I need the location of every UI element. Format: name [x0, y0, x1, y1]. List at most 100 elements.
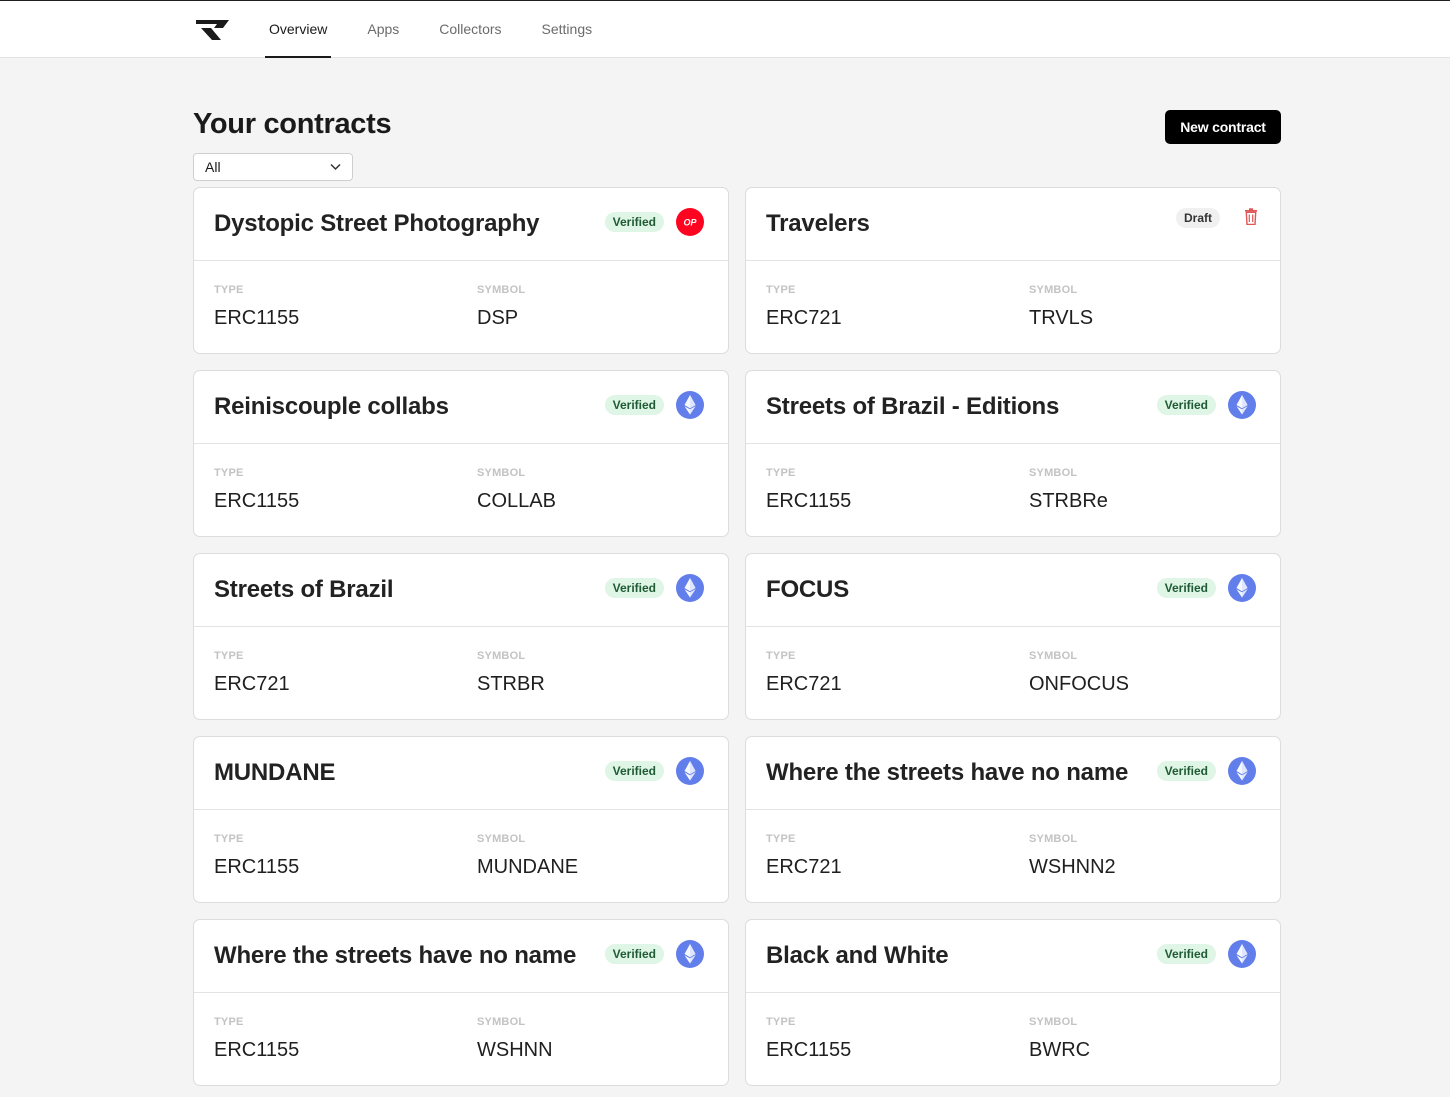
- symbol-value: DSP: [477, 307, 519, 329]
- filter-selected-value: All: [205, 159, 221, 175]
- contract-card-header: Dystopic Street Photography Verified OP: [194, 188, 728, 261]
- ethereum-icon: [676, 391, 704, 419]
- type-label: TYPE: [214, 833, 244, 845]
- type-label: TYPE: [766, 650, 796, 662]
- contract-card-header: Where the streets have no name Verified: [194, 920, 728, 993]
- ethereum-icon: [1228, 574, 1256, 602]
- contract-card[interactable]: Black and White Verified TYPE SYMBOL ERC1155…: [745, 919, 1281, 1086]
- page-title: Your contracts: [193, 108, 392, 140]
- symbol-label: SYMBOL: [477, 284, 526, 296]
- chevron-down-icon: [330, 163, 341, 171]
- type-label: TYPE: [214, 1016, 244, 1028]
- symbol-value: TRVLS: [1029, 307, 1094, 329]
- symbol-label: SYMBOL: [477, 650, 526, 662]
- status-badge: Verified: [604, 212, 664, 232]
- type-value: ERC1155: [214, 307, 300, 329]
- symbol-value: MUNDANE: [477, 856, 579, 878]
- symbol-value: WSHNN: [477, 1039, 553, 1061]
- contract-card-header: FOCUS Verified: [746, 554, 1280, 627]
- contract-card[interactable]: Reiniscouple collabs Verified TYPE SYMBOL ER…: [193, 370, 729, 537]
- type-value: ERC1155: [766, 1039, 852, 1061]
- contract-name: Reiniscouple collabs: [214, 393, 449, 420]
- type-label: TYPE: [214, 650, 244, 662]
- status-badge: Draft: [1175, 208, 1220, 228]
- contract-card[interactable]: FOCUS Verified TYPE SYMBOL ERC721 ONFOCUS: [745, 553, 1281, 720]
- symbol-label: SYMBOL: [1029, 833, 1078, 845]
- symbol-label: SYMBOL: [1029, 467, 1078, 479]
- contract-card[interactable]: Where the streets have no name Verified TY…: [745, 736, 1281, 903]
- ethereum-icon: [1228, 757, 1256, 785]
- contract-card-header: Where the streets have no name Verified: [746, 737, 1280, 810]
- contract-card-header: Travelers Draft: [746, 188, 1280, 261]
- new-contract-button[interactable]: New contract: [1165, 110, 1281, 144]
- status-badge: Verified: [1156, 944, 1216, 964]
- status-badge: Verified: [1156, 578, 1216, 598]
- contract-card[interactable]: Dystopic Street Photography Verified OP TYP…: [193, 187, 729, 354]
- contract-name: Dystopic Street Photography: [214, 210, 540, 237]
- symbol-label: SYMBOL: [477, 1016, 526, 1028]
- status-badge: Verified: [604, 395, 664, 415]
- nav-tab-collectors[interactable]: Collectors: [435, 1, 505, 58]
- ethereum-icon: [1228, 391, 1256, 419]
- contract-card-header: MUNDANE Verified: [194, 737, 728, 810]
- contract-name: Where the streets have no name: [214, 942, 577, 969]
- symbol-value: BWRC: [1029, 1039, 1091, 1061]
- symbol-value: ONFOCUS: [1029, 673, 1129, 695]
- type-value: ERC1155: [214, 1039, 300, 1061]
- contract-card-header: Black and White Verified: [746, 920, 1280, 993]
- contract-card[interactable]: Streets of Brazil Verified TYPE SYMBOL ERC72…: [193, 553, 729, 720]
- contract-name: Streets of Brazil: [214, 576, 394, 603]
- nav-tab-overview[interactable]: Overview: [265, 1, 332, 58]
- type-label: TYPE: [766, 833, 796, 845]
- contract-name: Travelers: [766, 210, 870, 237]
- type-value: ERC1155: [766, 490, 852, 512]
- contract-card[interactable]: MUNDANE Verified TYPE SYMBOL ERC1155 MUNDANE: [193, 736, 729, 903]
- type-value: ERC1155: [214, 490, 300, 512]
- type-label: TYPE: [214, 467, 244, 479]
- contracts-grid: Dystopic Street Photography Verified OP TYP…: [193, 187, 1281, 1086]
- trash-icon[interactable]: [1244, 208, 1258, 226]
- status-badge: Verified: [604, 761, 664, 781]
- contract-name: MUNDANE: [214, 759, 336, 786]
- ethereum-icon: [676, 757, 704, 785]
- contract-name: Where the streets have no name: [766, 759, 1129, 786]
- contract-name: FOCUS: [766, 576, 850, 603]
- symbol-value: STRBRe: [1029, 490, 1108, 512]
- ethereum-icon: [676, 574, 704, 602]
- contract-filter-select[interactable]: All: [193, 153, 353, 181]
- symbol-label: SYMBOL: [477, 467, 526, 479]
- type-value: ERC721: [766, 307, 842, 329]
- optimism-icon: OP: [676, 208, 704, 236]
- contract-card[interactable]: Streets of Brazil - Editions Verified TYPE…: [745, 370, 1281, 537]
- top-navigation-bar: Overview Apps Collectors Settings: [0, 0, 1450, 58]
- status-badge: Verified: [604, 944, 664, 964]
- symbol-label: SYMBOL: [1029, 284, 1078, 296]
- status-badge: Verified: [1156, 395, 1216, 415]
- type-label: TYPE: [766, 467, 796, 479]
- nav-tab-apps[interactable]: Apps: [363, 1, 403, 58]
- type-value: ERC1155: [214, 856, 300, 878]
- contract-card[interactable]: Travelers Draft TYPE SYMBOL ERC721 TRVLS: [745, 187, 1281, 354]
- type-label: TYPE: [214, 284, 244, 296]
- main-nav: Overview Apps Collectors Settings: [265, 1, 628, 58]
- contract-card-header: Streets of Brazil Verified: [194, 554, 728, 627]
- ethereum-icon: [676, 940, 704, 968]
- status-badge: Verified: [1156, 761, 1216, 781]
- symbol-label: SYMBOL: [477, 833, 526, 845]
- type-value: ERC721: [766, 673, 842, 695]
- contract-card[interactable]: Where the streets have no name Verified TY…: [193, 919, 729, 1086]
- symbol-value: WSHNN2: [1029, 856, 1116, 878]
- nav-tab-settings[interactable]: Settings: [538, 1, 597, 58]
- type-value: ERC721: [214, 673, 290, 695]
- status-badge: Verified: [604, 578, 664, 598]
- symbol-value: COLLAB: [477, 490, 556, 512]
- symbol-label: SYMBOL: [1029, 650, 1078, 662]
- contract-card-header: Reiniscouple collabs Verified: [194, 371, 728, 444]
- optimism-icon-text: OP: [683, 218, 697, 228]
- brand-logo-icon[interactable]: [195, 19, 231, 41]
- contract-card-header: Streets of Brazil - Editions Verified: [746, 371, 1280, 444]
- type-label: TYPE: [766, 1016, 796, 1028]
- ethereum-icon: [1228, 940, 1256, 968]
- contract-name: Black and White: [766, 942, 949, 969]
- type-value: ERC721: [766, 856, 842, 878]
